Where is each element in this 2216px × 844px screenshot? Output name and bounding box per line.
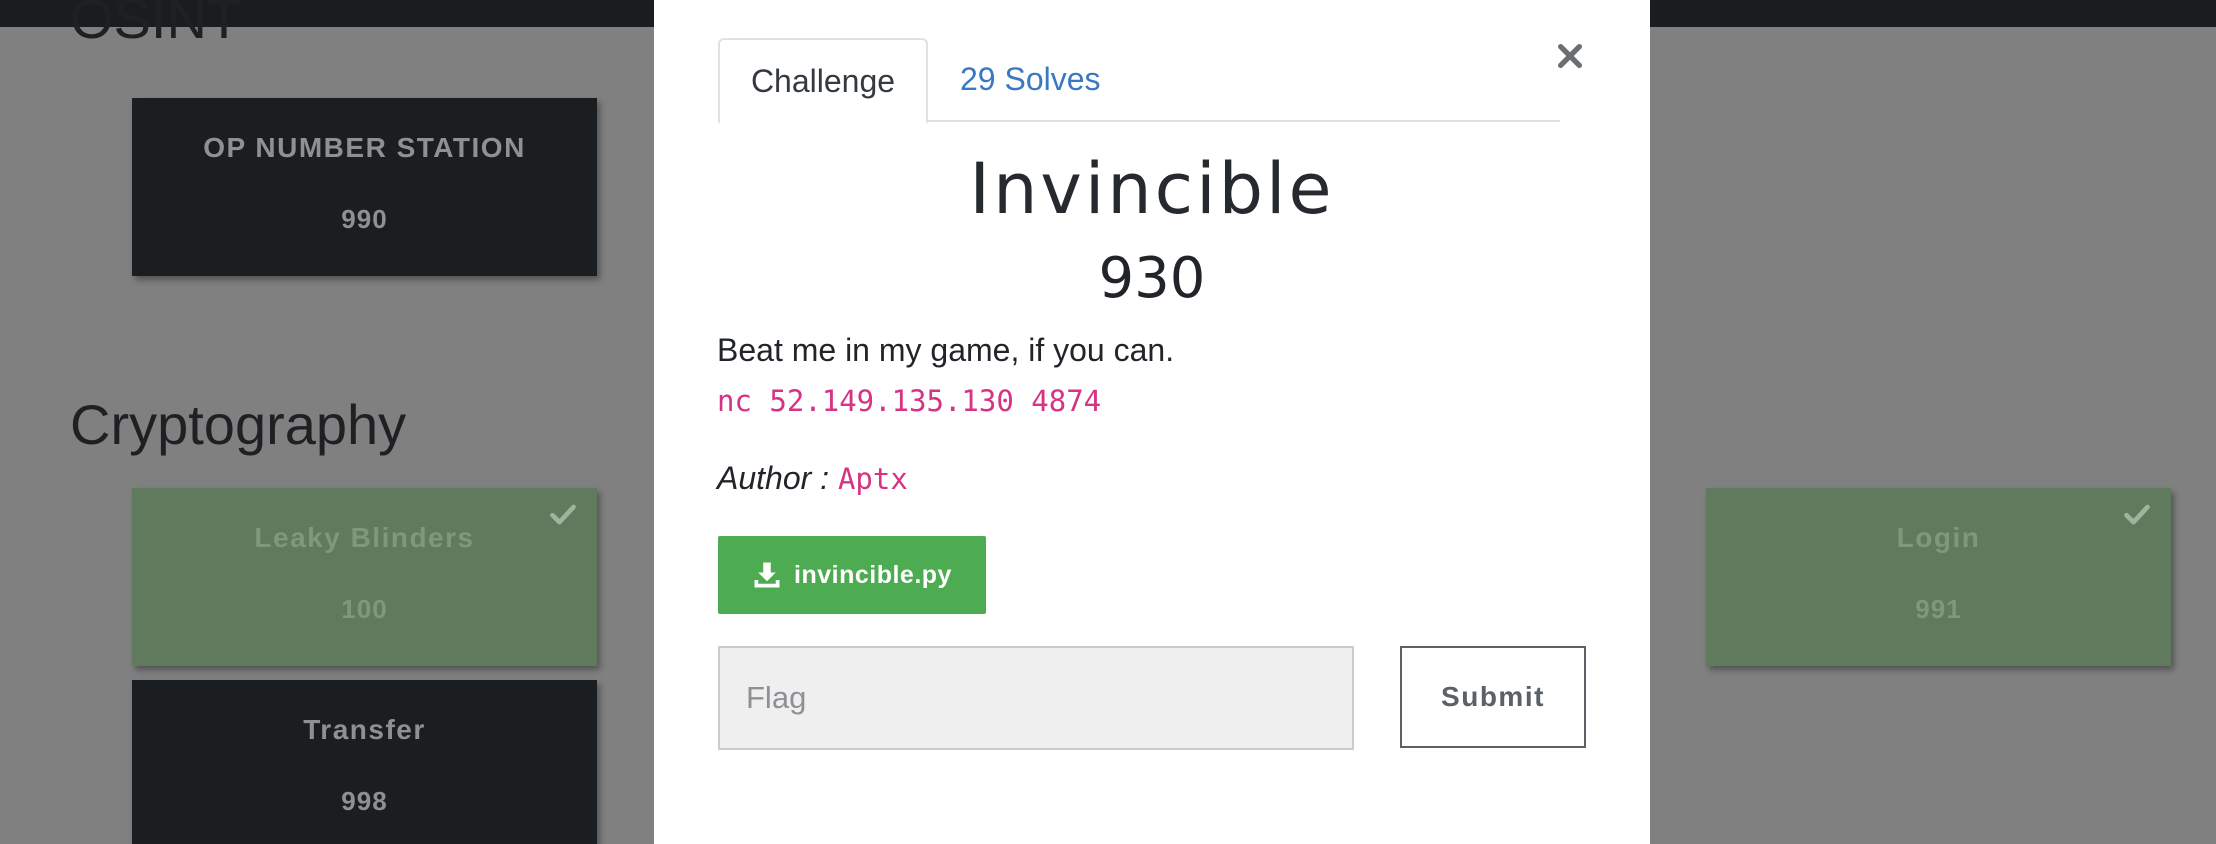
author-label: Author : xyxy=(717,460,830,496)
challenge-points: 930 xyxy=(1098,246,1206,311)
challenge-name: Leaky Blinders xyxy=(254,522,475,553)
challenge-value: 100 xyxy=(341,594,388,624)
challenge-card-login[interactable]: Login 991 xyxy=(1706,488,2171,666)
challenge-description: Beat me in my game, if you can. xyxy=(717,332,1175,368)
download-icon xyxy=(754,562,780,588)
challenge-value: 990 xyxy=(341,204,388,234)
tab-solves[interactable]: 29 Solves xyxy=(960,38,1101,120)
author-line: Author : Aptx xyxy=(717,460,908,497)
submit-button[interactable]: Submit xyxy=(1400,646,1586,748)
category-heading-cryptography: Cryptography xyxy=(70,393,407,456)
close-icon[interactable] xyxy=(1554,40,1586,72)
category-heading-osint: OSINT xyxy=(70,0,242,50)
challenge-name: Login xyxy=(1896,522,1981,553)
challenge-name: OP NUMBER STATION xyxy=(203,132,526,163)
download-file-label: invincible.py xyxy=(794,560,952,589)
challenge-card-op-number-station[interactable]: OP NUMBER STATION 990 xyxy=(132,98,597,276)
download-file-button[interactable]: invincible.py xyxy=(718,536,986,614)
tab-challenge[interactable]: Challenge xyxy=(718,38,928,124)
connection-command: nc 52.149.135.130 4874 xyxy=(717,384,1102,418)
challenge-card-transfer[interactable]: Transfer 998 xyxy=(132,680,597,844)
flag-input[interactable] xyxy=(718,646,1354,750)
challenge-value: 998 xyxy=(341,786,388,816)
author-name: Aptx xyxy=(837,462,908,496)
challenge-name: Transfer xyxy=(303,714,426,745)
challenge-modal: Challenge 29 Solves Invincible 930 Beat … xyxy=(654,0,1650,844)
challenge-card-leaky-blinders[interactable]: Leaky Blinders 100 xyxy=(132,488,597,666)
challenge-value: 991 xyxy=(1915,594,1962,624)
challenge-title: Invincible xyxy=(969,148,1335,230)
modal-tabs: Challenge 29 Solves xyxy=(718,38,1560,124)
